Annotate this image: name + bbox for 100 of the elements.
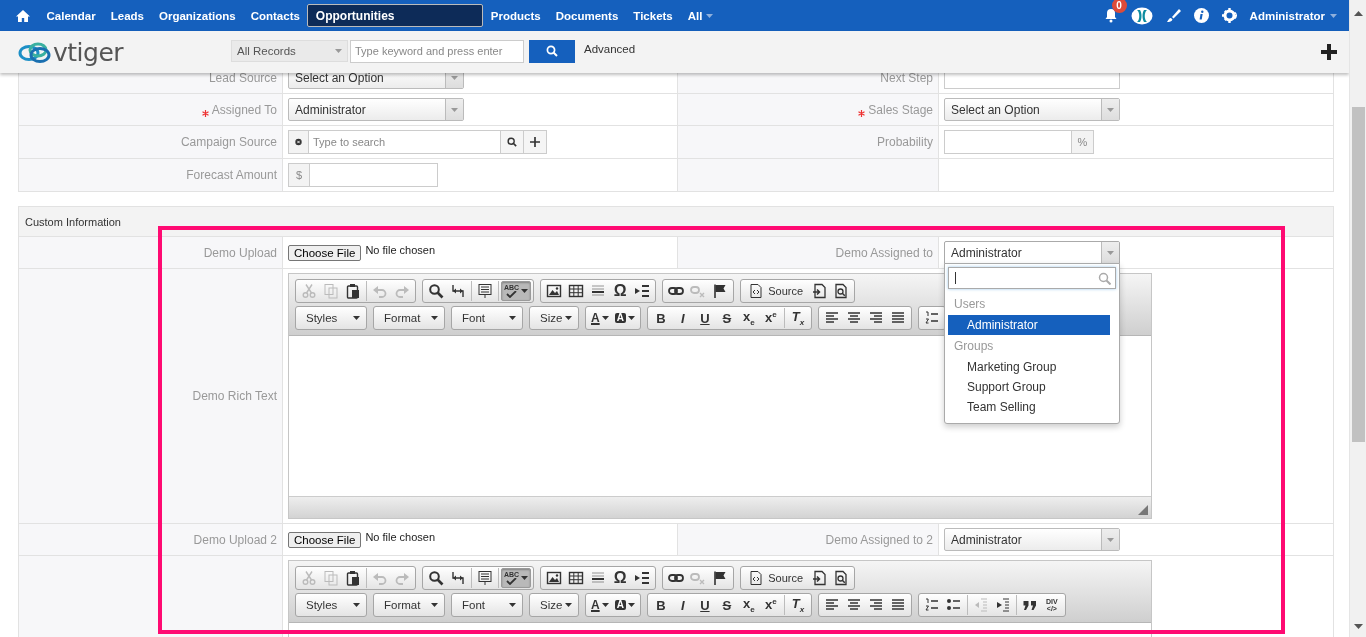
bg-color-button[interactable]: A [611,595,638,615]
percent-symbol: % [1072,130,1094,154]
field-label: Forecast Amount [186,168,277,182]
user-menu[interactable]: Administrator [1249,9,1337,22]
select-field[interactable]: Administrator [288,98,464,121]
clipboard-icon [345,283,361,299]
caret-icon [353,316,360,320]
remove-format-button[interactable]: T$_{x}$ [786,308,809,328]
amount-field[interactable] [310,163,438,187]
caret-icon [601,603,609,607]
add-button[interactable] [1321,44,1337,60]
scrollbar[interactable] [1349,0,1366,637]
select-field[interactable]: Select an Option [288,73,464,89]
text-lines-icon [477,283,493,299]
caret-icon [1107,537,1114,542]
underline-button[interactable]: U [693,308,716,328]
home-button[interactable] [16,9,30,22]
clear-icon [295,136,302,148]
select-field[interactable]: Select an Option [944,98,1120,121]
search-icon [1098,271,1111,285]
scrollbar-thumb[interactable] [1351,107,1365,442]
field-label: Campaign Source [180,135,277,149]
dropdown-button[interactable]: Size [532,595,576,615]
advanced-search-link[interactable]: Advanced [584,43,636,55]
italic-button[interactable]: I [671,595,694,615]
nav-tab[interactable]: All [680,0,721,31]
caret-icon [627,603,635,607]
source-button[interactable]: Source [743,568,809,588]
text-color-button[interactable]: A [588,595,612,615]
dropdown-button[interactable]: Styles [298,595,364,615]
search-button[interactable] [529,39,575,63]
nav-tab[interactable]: Calendar [39,0,104,31]
bg-color-button[interactable]: A [611,308,638,328]
special-char-button[interactable]: Ω [609,568,632,588]
plus-icon [530,136,540,148]
nav-tab[interactable]: Tickets [625,0,681,31]
select-field[interactable]: Administrator [944,528,1120,551]
nav-tab[interactable]: Leads [103,0,152,31]
dropdown-button[interactable]: Font [454,308,520,328]
dropdown-option[interactable]: Team Selling [948,397,1110,417]
add-button[interactable] [524,130,547,154]
search-field[interactable]: Type keyword and press enter [350,39,524,63]
dropdown-option[interactable]: Support Group [948,377,1110,397]
probability-field[interactable] [944,130,1072,154]
scroll-up-icon [1353,11,1363,16]
caret-icon [509,316,516,320]
dropdown-button[interactable]: Size [532,308,576,328]
nav-tab[interactable]: Documents [548,0,626,31]
strike-button[interactable]: S [715,308,738,328]
dropdown-button[interactable]: Format [376,308,442,328]
bold-button[interactable]: B [649,595,672,615]
subscript-button[interactable]: x$_{e}$ [737,308,760,328]
required-icon [858,110,866,117]
field-label: Next Step [880,73,933,85]
align-justify-icon [889,597,906,613]
special-char-button[interactable]: Ω [609,281,632,301]
field-label: Probability [876,135,933,149]
search-icon [507,136,517,148]
caret-icon [627,316,635,320]
field-label: Demo Assigned to 2 [825,533,933,547]
superscript-button[interactable]: x$^{e}$ [759,308,782,328]
nav-tab[interactable]: Organizations [151,0,244,31]
page-break-icon [634,283,651,299]
swap-arrows-icon [450,283,466,299]
broken-link-icon [690,283,707,299]
superscript-button[interactable]: x$^{e}$ [759,595,782,615]
page-break-icon [634,570,651,586]
italic-button[interactable]: I [671,308,694,328]
dropdown-button[interactable]: Format [376,595,442,615]
required-icon [201,110,209,117]
file-status: No file chosen [365,244,436,256]
clear-button[interactable] [288,130,309,154]
search-field[interactable]: Type to search [309,130,501,154]
remove-format-button[interactable]: T$_{x}$ [786,595,809,615]
choose-file-button[interactable]: Choose File [288,245,362,261]
nav-tab[interactable]: Products [483,0,549,31]
dropdown-option[interactable]: Administrator [948,315,1110,335]
clipboard-icon [345,570,361,586]
source-button[interactable]: Source [743,281,809,301]
caret-icon [451,75,458,80]
caret-icon [521,576,529,580]
dropdown-option[interactable]: Marketing Group [948,357,1110,377]
scissors-icon [301,570,317,586]
x-logo-icon [1130,6,1153,25]
subscript-button[interactable]: x$_{e}$ [737,595,760,615]
nav-tab[interactable]: Contacts [243,0,308,31]
bold-button[interactable]: B [649,308,672,328]
search-button[interactable] [501,130,524,154]
dropdown-button[interactable]: Font [454,595,520,615]
dropdown-search-field[interactable] [948,267,1116,289]
notifications-button[interactable] [1103,8,1118,23]
search-scope-select[interactable]: All Records [231,40,348,62]
info-icon [1193,8,1209,23]
underline-button[interactable]: U [693,595,716,615]
nav-tab[interactable]: Opportunities [307,4,484,27]
field-label: Demo Upload 2 [193,533,277,547]
dropdown-button[interactable]: Styles [298,308,364,328]
choose-file-button[interactable]: Choose File [288,532,362,548]
strike-button[interactable]: S [715,595,738,615]
text-color-button[interactable]: A [588,308,612,328]
